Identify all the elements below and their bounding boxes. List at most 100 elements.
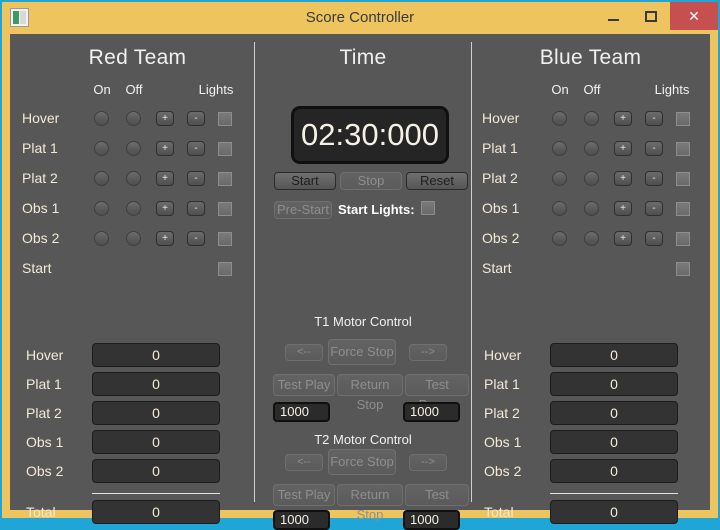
t2-left-button[interactable]: <-- — [285, 454, 323, 471]
red-lights-checkbox-plat2[interactable] — [218, 172, 232, 186]
blue-lights-checkbox-plat1[interactable] — [676, 142, 690, 156]
blue-off-radio-obs2[interactable] — [584, 231, 599, 246]
red-minus-button-plat2[interactable]: - — [187, 171, 205, 186]
pre-start-button[interactable]: Pre-Start — [274, 201, 332, 219]
t1-left-button[interactable]: <-- — [285, 344, 323, 361]
timer-reset-button[interactable]: Reset — [406, 172, 468, 190]
blue-plus-button-obs2[interactable]: + — [614, 231, 632, 246]
red-on-radio-obs2[interactable] — [94, 231, 109, 246]
blue-plus-button-plat1[interactable]: + — [614, 141, 632, 156]
t2-right-button[interactable]: --> — [409, 454, 447, 471]
blue-minus-button-plat2[interactable]: - — [645, 171, 663, 186]
t2-right-value-field[interactable]: 1000 — [403, 510, 460, 530]
blue-off-radio-hover[interactable] — [584, 111, 599, 126]
timer-start-button[interactable]: Start — [274, 172, 336, 190]
blue-lights-checkbox-hover[interactable] — [676, 112, 690, 126]
t1-right-button[interactable]: --> — [409, 344, 447, 361]
blue-minus-button-plat1[interactable]: - — [645, 141, 663, 156]
divider-right — [471, 42, 472, 502]
t1-test-pause-button[interactable]: Test Pause — [405, 374, 469, 412]
red-plus-button-obs1[interactable]: + — [156, 201, 174, 216]
red-off-radio-plat2[interactable] — [126, 171, 141, 186]
maximize-button[interactable] — [634, 2, 668, 30]
blue-row-label-obs1: Obs 1 — [482, 200, 520, 216]
blue-score-label-obs2: Obs 2 — [484, 463, 522, 479]
red-on-radio-plat2[interactable] — [94, 171, 109, 186]
red-lights-checkbox-plat1[interactable] — [218, 142, 232, 156]
start-lights-checkbox[interactable] — [421, 201, 435, 215]
red-minus-button-hover[interactable]: - — [187, 111, 205, 126]
blue-off-radio-plat2[interactable] — [584, 171, 599, 186]
t2-force-stop-button[interactable]: Force Stop — [328, 449, 396, 475]
timer-display: 02:30:000 — [291, 106, 449, 164]
t2-left-value-field[interactable]: 1000 — [273, 510, 330, 530]
blue-on-radio-obs1[interactable] — [552, 201, 567, 216]
red-off-radio-plat1[interactable] — [126, 141, 141, 156]
blue-lights-checkbox-obs2[interactable] — [676, 232, 690, 246]
red-lights-checkbox-start[interactable] — [218, 262, 232, 276]
t2-test-play-button[interactable]: Test Play — [273, 484, 335, 506]
blue-lights-checkbox-obs1[interactable] — [676, 202, 690, 216]
t1-right-value-field[interactable]: 1000 — [403, 402, 460, 422]
t1-force-stop-button[interactable]: Force Stop — [328, 339, 396, 365]
timer-stop-button[interactable]: Stop — [340, 172, 402, 190]
t2-motor-title: T2 Motor Control — [314, 432, 412, 447]
red-plus-button-obs2[interactable]: + — [156, 231, 174, 246]
blue-on-radio-hover[interactable] — [552, 111, 567, 126]
blue-total-divider — [550, 493, 678, 494]
red-plus-button-plat2[interactable]: + — [156, 171, 174, 186]
red-row-label-plat1: Plat 1 — [22, 140, 58, 156]
minimize-button[interactable] — [596, 2, 630, 30]
blue-score-value-plat1: 0 — [550, 372, 678, 396]
blue-off-radio-plat1[interactable] — [584, 141, 599, 156]
red-plus-button-hover[interactable]: + — [156, 111, 174, 126]
t2-return-stop-button[interactable]: Return Stop — [337, 484, 403, 522]
red-score-label-hover: Hover — [26, 347, 64, 363]
blue-minus-button-obs1[interactable]: - — [645, 201, 663, 216]
red-lights-checkbox-obs2[interactable] — [218, 232, 232, 246]
t1-return-stop-button[interactable]: Return Stop — [337, 374, 403, 412]
red-minus-button-obs2[interactable]: - — [187, 231, 205, 246]
red-score-value-hover: 0 — [92, 343, 220, 367]
blue-on-radio-plat2[interactable] — [552, 171, 567, 186]
red-row-label-plat2: Plat 2 — [22, 170, 58, 186]
red-score-label-obs2: Obs 2 — [26, 463, 64, 479]
red-lights-checkbox-obs1[interactable] — [218, 202, 232, 216]
red-minus-button-obs1[interactable]: - — [187, 201, 205, 216]
blue-total-label: Total — [484, 504, 514, 520]
blue-on-radio-plat1[interactable] — [552, 141, 567, 156]
red-row-label-hover: Hover — [22, 110, 60, 126]
blue-minus-button-hover[interactable]: - — [645, 111, 663, 126]
close-button[interactable]: ✕ — [670, 2, 718, 30]
blue-score-value-plat2: 0 — [550, 401, 678, 425]
red-score-label-obs1: Obs 1 — [26, 434, 64, 450]
red-minus-button-plat1[interactable]: - — [187, 141, 205, 156]
blue-plus-button-plat2[interactable]: + — [614, 171, 632, 186]
t2-test-pause-button[interactable]: Test Pause — [405, 484, 469, 522]
t1-test-play-button[interactable]: Test Play — [273, 374, 335, 396]
blue-row-label-plat2: Plat 2 — [482, 170, 518, 186]
t1-left-value-field[interactable]: 1000 — [273, 402, 330, 422]
blue-off-radio-obs1[interactable] — [584, 201, 599, 216]
red-off-radio-obs2[interactable] — [126, 231, 141, 246]
red-lights-checkbox-hover[interactable] — [218, 112, 232, 126]
blue-minus-button-obs2[interactable]: - — [645, 231, 663, 246]
red-off-radio-obs1[interactable] — [126, 201, 141, 216]
red-off-radio-hover[interactable] — [126, 111, 141, 126]
red-on-radio-obs1[interactable] — [94, 201, 109, 216]
blue-lights-checkbox-plat2[interactable] — [676, 172, 690, 186]
blue-on-radio-obs2[interactable] — [552, 231, 567, 246]
red-on-radio-hover[interactable] — [94, 111, 109, 126]
red-col-off: Off — [125, 82, 143, 97]
blue-plus-button-hover[interactable]: + — [614, 111, 632, 126]
red-col-lights: Lights — [198, 82, 234, 97]
blue-lights-checkbox-start[interactable] — [676, 262, 690, 276]
red-row-label-obs1: Obs 1 — [22, 200, 60, 216]
red-team-title: Red Team — [88, 46, 187, 69]
blue-score-label-hover: Hover — [484, 347, 522, 363]
client-area: Red Team On Off Lights Hover + - Plat 1 … — [10, 34, 710, 530]
red-plus-button-plat1[interactable]: + — [156, 141, 174, 156]
red-on-radio-plat1[interactable] — [94, 141, 109, 156]
red-total-divider — [92, 493, 220, 494]
blue-plus-button-obs1[interactable]: + — [614, 201, 632, 216]
